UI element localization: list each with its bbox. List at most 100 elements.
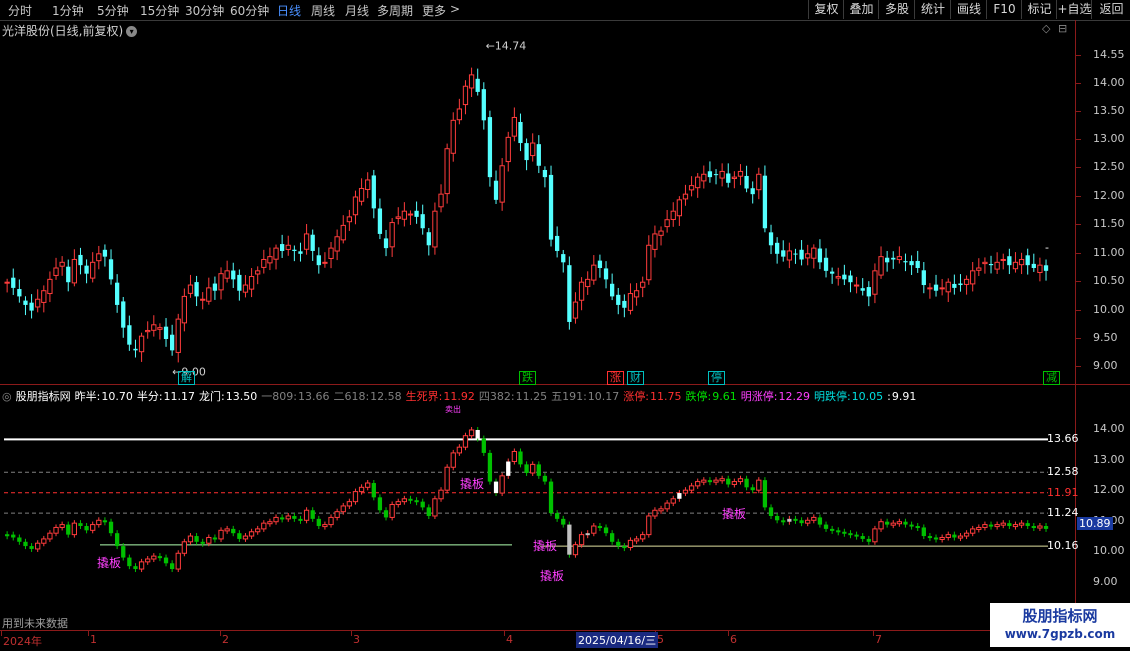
indicator-bar[interactable]: [952, 534, 957, 538]
candle-body[interactable]: [47, 278, 53, 295]
candle-body[interactable]: [365, 179, 371, 191]
candle-body[interactable]: [438, 193, 444, 208]
indicator-bar[interactable]: [1043, 526, 1049, 529]
candle-body[interactable]: [878, 256, 884, 276]
candle-body[interactable]: [90, 261, 96, 279]
indicator-bar[interactable]: [787, 518, 792, 522]
indicator-bar[interactable]: [664, 502, 670, 510]
candle-body[interactable]: [157, 327, 163, 330]
indicator-bar[interactable]: [994, 524, 1000, 528]
event-marker[interactable]: 停: [708, 371, 725, 385]
candle-body[interactable]: [231, 270, 236, 280]
indicator-bar[interactable]: [1031, 526, 1036, 529]
indicator-bar[interactable]: [468, 429, 475, 437]
candle-body[interactable]: [407, 213, 414, 216]
indicator-bar[interactable]: [695, 481, 701, 487]
candle-body[interactable]: [622, 300, 627, 308]
indicator-bar[interactable]: [555, 513, 560, 519]
indicator-bar[interactable]: [982, 524, 988, 528]
indicator-bar[interactable]: [414, 500, 419, 503]
indicator-bar[interactable]: [726, 478, 731, 485]
candle-body[interactable]: [468, 74, 475, 89]
candle-body[interactable]: [775, 242, 780, 254]
indicator-bar[interactable]: [267, 521, 273, 525]
candle-body[interactable]: [170, 334, 175, 351]
indicator-bar[interactable]: [793, 518, 798, 521]
candle-body[interactable]: [444, 148, 450, 195]
indicator-bar[interactable]: [823, 524, 829, 529]
indicator-bar[interactable]: [481, 438, 486, 453]
period-tab[interactable]: 5分钟: [97, 2, 129, 19]
candle-body[interactable]: [610, 283, 615, 297]
candle-body[interactable]: [303, 233, 310, 250]
indicator-bar[interactable]: [548, 481, 554, 514]
indicator-bar[interactable]: [633, 538, 640, 542]
indicator-bar[interactable]: [151, 555, 157, 560]
indicator-bar[interactable]: [627, 539, 634, 549]
indicator-bar[interactable]: [572, 544, 579, 556]
indicator-bar[interactable]: [610, 533, 615, 542]
indicator-bar[interactable]: [762, 480, 768, 508]
candle-body[interactable]: [835, 276, 841, 279]
candle-body[interactable]: [688, 185, 695, 191]
indicator-bar[interactable]: [11, 534, 16, 538]
event-marker[interactable]: 减: [1043, 371, 1060, 385]
indicator-bar[interactable]: [145, 558, 151, 563]
indicator-bar[interactable]: [29, 546, 34, 549]
indicator-bar[interactable]: [933, 537, 939, 540]
candle-body[interactable]: [1025, 255, 1030, 266]
candle-body[interactable]: [340, 224, 346, 241]
indicator-bar[interactable]: [677, 493, 682, 499]
indicator-bar[interactable]: [157, 556, 163, 559]
candle-body[interactable]: [322, 261, 328, 264]
candle-body[interactable]: [499, 165, 505, 203]
indicator-bar[interactable]: [976, 526, 982, 530]
candle-body[interactable]: [414, 210, 419, 217]
candle-body[interactable]: [670, 210, 676, 220]
candle-body[interactable]: [505, 136, 511, 163]
candle-body[interactable]: [945, 281, 951, 293]
candle-body[interactable]: [719, 170, 725, 179]
candle-body[interactable]: [658, 230, 664, 236]
candle-body[interactable]: [371, 175, 376, 209]
period-tab[interactable]: 多周期: [377, 2, 413, 19]
more-arrow-icon[interactable]: >: [450, 2, 460, 16]
indicator-bar[interactable]: [371, 483, 376, 498]
indicator-bar[interactable]: [927, 536, 933, 539]
indicator-bar[interactable]: [688, 485, 695, 491]
candle-body[interactable]: [860, 288, 865, 291]
indicator-bar[interactable]: [432, 498, 438, 517]
toolbar-button[interactable]: 统计: [914, 0, 951, 19]
indicator-bar[interactable]: [603, 527, 609, 534]
candle-body[interactable]: [927, 287, 933, 290]
candle-body[interactable]: [793, 253, 798, 255]
indicator-bar[interactable]: [90, 524, 96, 531]
toolbar-button[interactable]: F10: [986, 0, 1022, 19]
candle-body[interactable]: [555, 235, 560, 251]
candle-body[interactable]: [4, 281, 10, 284]
candle-body[interactable]: [194, 282, 199, 297]
indicator-bar[interactable]: [530, 463, 536, 474]
indicator-bar[interactable]: [524, 464, 529, 473]
indicator-bar[interactable]: [805, 519, 811, 524]
candle-body[interactable]: [591, 264, 597, 281]
candle-body[interactable]: [96, 253, 102, 262]
candle-body[interactable]: [127, 325, 132, 345]
indicator-bar[interactable]: [138, 561, 145, 570]
indicator-chart[interactable]: 撬板撬板撬板撬板撬板卖出: [0, 400, 1075, 630]
indicator-bar[interactable]: [340, 505, 346, 513]
candle-body[interactable]: [133, 348, 138, 351]
indicator-bar[interactable]: [652, 509, 658, 517]
indicator-bar[interactable]: [750, 487, 755, 491]
candle-body[interactable]: [891, 257, 896, 260]
indicator-bar[interactable]: [701, 479, 707, 483]
candlestick-chart[interactable]: ←14.74←9.00-: [0, 20, 1075, 384]
candle-body[interactable]: [744, 175, 749, 189]
indicator-bar[interactable]: [872, 528, 878, 543]
indicator-bar[interactable]: [280, 517, 285, 520]
candle-body[interactable]: [200, 298, 206, 301]
candle-body[interactable]: [664, 219, 670, 228]
indicator-bar[interactable]: [115, 533, 120, 547]
candle-body[interactable]: [66, 266, 71, 283]
toolbar-button[interactable]: 画线: [950, 0, 987, 19]
